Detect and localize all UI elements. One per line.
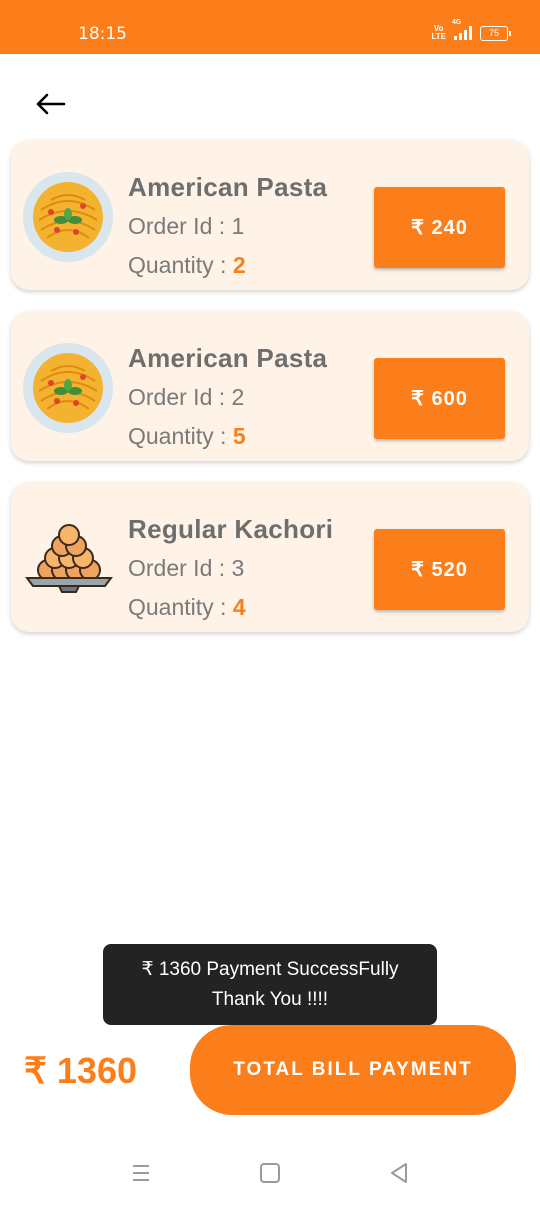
- back-arrow-icon[interactable]: [34, 88, 66, 120]
- order-card: American Pasta Order Id : 2 Quantity : 5…: [11, 311, 529, 461]
- quantity-label: Quantity :: [128, 423, 227, 449]
- item-name: American Pasta: [128, 343, 328, 373]
- price-button[interactable]: ₹ 520: [374, 529, 505, 610]
- item-name: Regular Kachori: [128, 514, 334, 544]
- system-nav-bar: [0, 1140, 540, 1206]
- order-id: Order Id : 2: [128, 384, 245, 410]
- quantity-row: Quantity : 5: [128, 423, 246, 450]
- network-type: 4G: [452, 19, 462, 26]
- pasta-plate-icon: [23, 172, 113, 262]
- pasta-plate-icon: [23, 343, 113, 433]
- order-card: American Pasta Order Id : 1 Quantity : 2…: [11, 140, 529, 290]
- battery-icon: 75: [480, 25, 511, 41]
- quantity-row: Quantity : 4: [128, 594, 246, 621]
- quantity-value: 4: [232, 594, 246, 620]
- recent-apps-icon[interactable]: [128, 1160, 154, 1186]
- price-button[interactable]: ₹ 600: [374, 358, 505, 439]
- item-name: American Pasta: [128, 172, 328, 202]
- quantity-label: Quantity :: [128, 594, 227, 620]
- kachori-plate-icon: [25, 524, 113, 593]
- total-bill-payment-button[interactable]: TOTAL BILL PAYMENT: [190, 1025, 516, 1115]
- order-id: Order Id : 3: [128, 555, 245, 581]
- total-amount: ₹ 1360: [24, 1050, 137, 1091]
- status-time: 18:15: [78, 24, 127, 44]
- status-icons: Vo LTE 4G 75: [431, 19, 511, 41]
- signal-icon: 4G: [452, 19, 472, 40]
- toast-message: ₹ 1360 Payment SuccessFully: [141, 958, 399, 980]
- order-card: Regular Kachori Order Id : 3 Quantity : …: [11, 482, 529, 632]
- order-id: Order Id : 1: [128, 213, 245, 239]
- toast-thanks: Thank You !!!!: [211, 988, 329, 1010]
- back-nav-icon[interactable]: [386, 1160, 412, 1186]
- payment-success-toast: ₹ 1360 Payment SuccessFully Thank You !!…: [103, 944, 437, 1025]
- volte-icon: Vo LTE: [431, 24, 446, 41]
- quantity-label: Quantity :: [128, 252, 227, 278]
- quantity-row: Quantity : 2: [128, 252, 246, 279]
- price-button[interactable]: ₹ 240: [374, 187, 505, 268]
- home-icon[interactable]: [257, 1160, 283, 1186]
- quantity-value: 2: [232, 252, 246, 278]
- status-bar: 18:15 Vo LTE 4G 75: [0, 0, 540, 54]
- quantity-value: 5: [232, 423, 246, 449]
